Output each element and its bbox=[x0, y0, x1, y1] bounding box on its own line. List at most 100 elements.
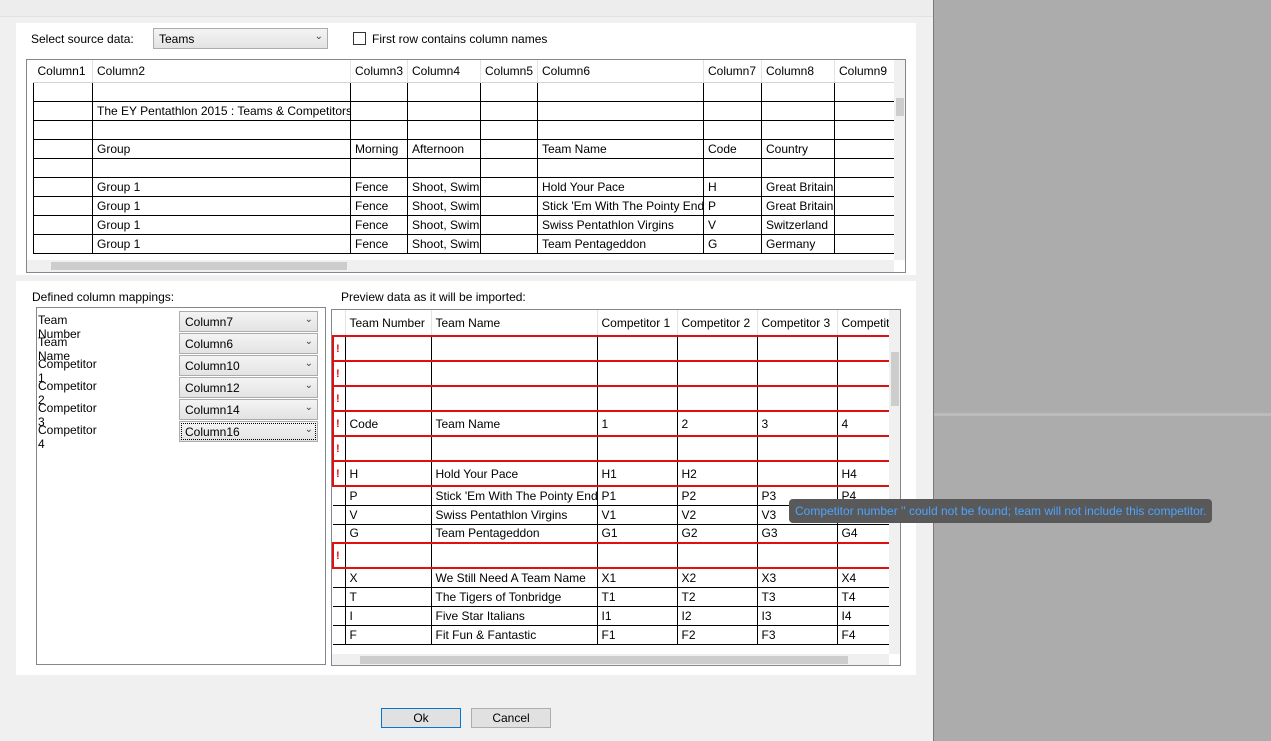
source-cell[interactable]: G bbox=[703, 234, 762, 254]
preview-cell[interactable]: I2 bbox=[677, 606, 758, 626]
preview-cell[interactable]: P2 bbox=[677, 486, 758, 506]
source-table-row[interactable]: Group 1 Fence Shoot, Swim Team Pentageddon G… bbox=[33, 234, 905, 254]
preview-cell[interactable] bbox=[757, 460, 838, 487]
source-cell[interactable] bbox=[834, 101, 895, 121]
source-table-row[interactable] bbox=[33, 158, 905, 178]
source-cell[interactable] bbox=[33, 139, 93, 159]
source-table-row[interactable] bbox=[33, 120, 905, 140]
source-cell[interactable]: Morning bbox=[350, 139, 408, 159]
preview-cell[interactable] bbox=[757, 542, 838, 569]
preview-cell[interactable] bbox=[431, 435, 598, 462]
source-cell[interactable]: Great Britain bbox=[761, 196, 835, 216]
source-column-header[interactable]: Column8 bbox=[761, 60, 835, 83]
mapping-column-dropdown[interactable]: Column16 ⌄ bbox=[179, 421, 318, 442]
source-column-header[interactable]: Column6 bbox=[537, 60, 704, 83]
preview-error-row[interactable]: ! bbox=[332, 385, 900, 412]
preview-cell[interactable]: T bbox=[345, 587, 432, 607]
source-vertical-scrollbar[interactable] bbox=[894, 60, 905, 260]
preview-column-header[interactable]: Team Number bbox=[345, 310, 432, 337]
preview-cell[interactable]: V1 bbox=[597, 505, 678, 525]
preview-cell[interactable]: X2 bbox=[677, 568, 758, 588]
preview-cell[interactable]: P1 bbox=[597, 486, 678, 506]
preview-cell[interactable] bbox=[757, 385, 838, 412]
mapping-column-dropdown[interactable]: Column10 ⌄ bbox=[179, 355, 318, 376]
preview-column-header[interactable]: Competitor 1 bbox=[597, 310, 678, 337]
source-cell[interactable]: Fence bbox=[350, 196, 408, 216]
preview-cell[interactable]: Code bbox=[345, 410, 432, 437]
source-cell[interactable] bbox=[480, 120, 538, 140]
preview-cell[interactable] bbox=[431, 335, 598, 362]
source-dropdown[interactable]: Teams ⌄ bbox=[153, 28, 328, 49]
first-row-label[interactable]: First row contains column names bbox=[372, 32, 547, 46]
preview-cell[interactable] bbox=[757, 360, 838, 387]
preview-cell[interactable]: G bbox=[345, 524, 432, 544]
source-cell[interactable] bbox=[761, 120, 835, 140]
source-cell[interactable]: Group 1 bbox=[92, 177, 351, 197]
preview-cell[interactable] bbox=[677, 360, 758, 387]
source-cell[interactable] bbox=[703, 158, 762, 178]
source-cell[interactable] bbox=[834, 158, 895, 178]
preview-cell[interactable]: F3 bbox=[757, 625, 838, 645]
source-cell[interactable]: Group 1 bbox=[92, 215, 351, 235]
preview-cell[interactable]: The Tigers of Tonbridge bbox=[431, 587, 598, 607]
preview-cell[interactable]: Hold Your Pace bbox=[431, 460, 598, 487]
source-table-row[interactable]: Group 1 Fence Shoot, Swim Hold Your Pace H Gr… bbox=[33, 177, 905, 197]
preview-cell[interactable] bbox=[597, 542, 678, 569]
preview-cell[interactable]: H bbox=[345, 460, 432, 487]
source-table-row[interactable]: The EY Pentathlon 2015 : Teams & Competi… bbox=[33, 101, 905, 121]
source-cell[interactable] bbox=[480, 196, 538, 216]
preview-cell[interactable]: I1 bbox=[597, 606, 678, 626]
preview-cell[interactable]: F bbox=[345, 625, 432, 645]
preview-cell[interactable]: F1 bbox=[597, 625, 678, 645]
preview-cell[interactable]: Five Star Italians bbox=[431, 606, 598, 626]
preview-column-header[interactable]: Competitor 2 bbox=[677, 310, 758, 337]
preview-cell[interactable] bbox=[345, 542, 432, 569]
preview-table-row[interactable]: G Team Pentageddon G1 G2 G3 G4 bbox=[333, 524, 900, 544]
source-cell[interactable]: Shoot, Swim bbox=[407, 196, 481, 216]
preview-cell[interactable]: Fit Fun & Fantastic bbox=[431, 625, 598, 645]
source-table-row[interactable]: Group 1 Fence Shoot, Swim Stick 'Em With Th… bbox=[33, 196, 905, 216]
source-cell[interactable] bbox=[834, 177, 895, 197]
source-cell[interactable]: Team Name bbox=[537, 139, 704, 159]
preview-cell[interactable]: V2 bbox=[677, 505, 758, 525]
source-cell[interactable]: Swiss Pentathlon Virgins bbox=[537, 215, 704, 235]
source-cell[interactable] bbox=[480, 234, 538, 254]
source-cell[interactable] bbox=[33, 196, 93, 216]
preview-cell[interactable]: G2 bbox=[677, 524, 758, 544]
preview-cell[interactable]: 3 bbox=[757, 410, 838, 437]
ok-button[interactable]: Ok bbox=[381, 708, 461, 728]
preview-cell[interactable]: X1 bbox=[597, 568, 678, 588]
source-cell[interactable] bbox=[33, 82, 93, 102]
source-cell[interactable] bbox=[761, 101, 835, 121]
source-cell[interactable]: Country bbox=[761, 139, 835, 159]
preview-cell[interactable]: V bbox=[345, 505, 432, 525]
source-cell[interactable] bbox=[350, 158, 408, 178]
source-cell[interactable] bbox=[350, 82, 408, 102]
source-column-header[interactable]: Column9 bbox=[834, 60, 895, 83]
preview-cell[interactable] bbox=[677, 335, 758, 362]
preview-cell[interactable] bbox=[597, 335, 678, 362]
source-cell[interactable]: Afternoon bbox=[407, 139, 481, 159]
preview-table-row[interactable]: F Fit Fun & Fantastic F1 F2 F3 F4 bbox=[333, 625, 900, 645]
preview-cell[interactable]: H2 bbox=[677, 460, 758, 487]
preview-cell[interactable]: H1 bbox=[597, 460, 678, 487]
preview-cell[interactable]: T1 bbox=[597, 587, 678, 607]
preview-column-header[interactable] bbox=[333, 310, 346, 337]
source-cell[interactable] bbox=[480, 101, 538, 121]
source-cell[interactable] bbox=[92, 120, 351, 140]
source-cell[interactable]: Stick 'Em With The Pointy End bbox=[537, 196, 704, 216]
preview-cell[interactable]: F2 bbox=[677, 625, 758, 645]
preview-horizontal-thumb[interactable] bbox=[360, 656, 848, 664]
preview-cell[interactable]: Team Pentageddon bbox=[431, 524, 598, 544]
source-cell[interactable]: Fence bbox=[350, 177, 408, 197]
preview-cell[interactable] bbox=[431, 542, 598, 569]
preview-cell[interactable] bbox=[345, 385, 432, 412]
source-cell[interactable] bbox=[537, 158, 704, 178]
source-cell[interactable] bbox=[834, 82, 895, 102]
source-cell[interactable] bbox=[33, 215, 93, 235]
preview-cell[interactable]: X3 bbox=[757, 568, 838, 588]
source-cell[interactable]: Germany bbox=[761, 234, 835, 254]
preview-cell[interactable]: X bbox=[345, 568, 432, 588]
source-cell[interactable]: Group bbox=[92, 139, 351, 159]
source-cell[interactable]: The EY Pentathlon 2015 : Teams & Competi… bbox=[92, 101, 351, 121]
